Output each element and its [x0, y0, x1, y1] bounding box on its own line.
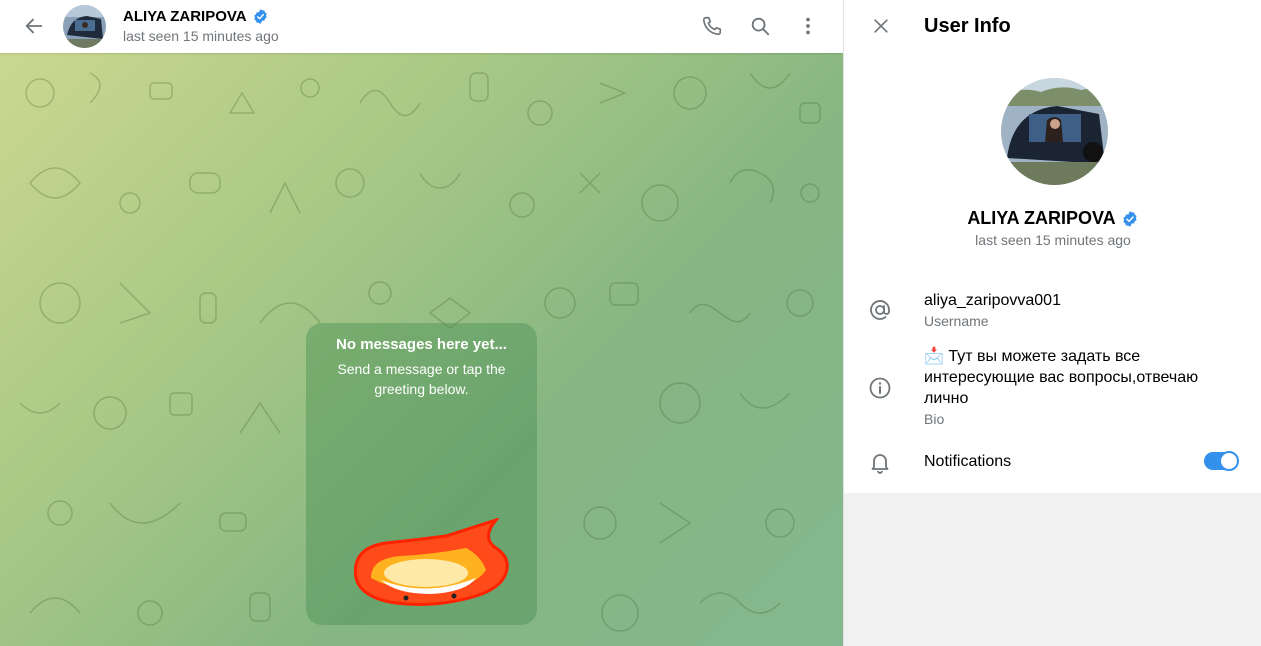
greeting-sticker[interactable] [346, 517, 511, 613]
telegram-app: ALIYA ZARIPOVA last seen 15 minutes ago [0, 0, 1261, 646]
search-icon [751, 17, 770, 36]
chat-area: ALIYA ZARIPOVA last seen 15 minutes ago [0, 0, 843, 646]
phone-icon [702, 16, 722, 36]
info-icon [869, 377, 891, 399]
avatar-photo-icon [63, 5, 106, 48]
toggle-knob [1219, 451, 1239, 471]
more-options-button[interactable] [788, 6, 828, 46]
at-sign-icon [870, 300, 890, 320]
bio-emoji: 📩 [924, 348, 944, 365]
bio-value: 📩 Тут вы можете задать все интересующие … [924, 346, 1244, 409]
more-vertical-icon [806, 17, 810, 35]
user-info-content: User Info ALIYA ZARIPOVA last seen 15 mi… [844, 0, 1261, 493]
chat-title[interactable]: ALIYA ZARIPOVA [123, 8, 269, 25]
chat-title-text: ALIYA ZARIPOVA [123, 8, 247, 25]
call-button[interactable] [692, 6, 732, 46]
user-info-panel: User Info ALIYA ZARIPOVA last seen 15 mi… [843, 0, 1261, 646]
profile-avatar[interactable] [1001, 78, 1108, 185]
panel-title: User Info [924, 15, 1011, 37]
bio-text: Тут вы можете задать все интересующие ва… [924, 348, 1199, 407]
profile-name: ALIYA ZARIPOVA [844, 208, 1261, 229]
profile-photo-icon [1001, 78, 1108, 185]
notifications-toggle[interactable] [1204, 451, 1239, 471]
verified-badge-icon [1121, 210, 1139, 228]
close-icon [874, 19, 888, 33]
bio-label: Bio [924, 411, 945, 427]
avatar[interactable] [63, 5, 106, 48]
bell-icon [871, 454, 889, 474]
chat-last-seen: last seen 15 minutes ago [123, 28, 279, 44]
back-button[interactable] [14, 6, 54, 46]
username-label: Username [924, 313, 989, 329]
verified-badge-icon [252, 8, 269, 25]
empty-chat-card: No messages here yet... Send a message o… [306, 323, 537, 625]
username-value: aliya_zaripovva001 [924, 292, 1061, 309]
close-button[interactable] [861, 6, 901, 46]
fire-sticker-icon [353, 517, 509, 606]
empty-chat-title: No messages here yet... [336, 336, 507, 353]
arrow-left-icon [25, 18, 43, 34]
search-button[interactable] [740, 6, 780, 46]
profile-name-text: ALIYA ZARIPOVA [967, 208, 1116, 228]
notifications-label: Notifications [924, 453, 1012, 470]
empty-chat-subtitle: Send a message or tap the greeting below… [337, 361, 506, 397]
profile-last-seen: last seen 15 minutes ago [975, 232, 1131, 248]
chat-header: ALIYA ZARIPOVA last seen 15 minutes ago [0, 0, 843, 53]
